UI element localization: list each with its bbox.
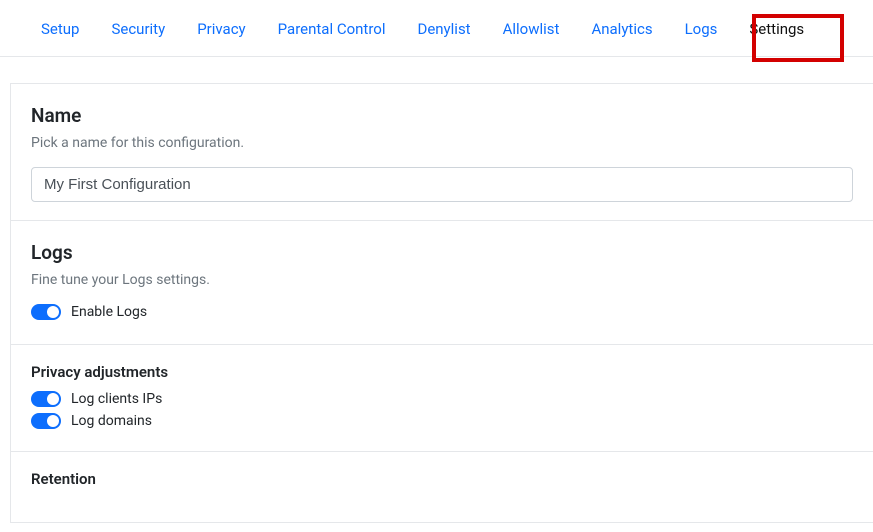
log-domains-toggle[interactable] xyxy=(31,413,61,429)
name-description: Pick a name for this configuration. xyxy=(31,135,853,151)
tab-security[interactable]: Security xyxy=(95,2,181,54)
logs-title: Logs xyxy=(31,241,853,264)
tab-logs[interactable]: Logs xyxy=(669,2,734,54)
retention-section: Retention xyxy=(11,452,873,522)
log-clients-ips-row: Log clients IPs xyxy=(31,391,853,407)
tab-analytics[interactable]: Analytics xyxy=(575,2,668,54)
tab-privacy[interactable]: Privacy xyxy=(181,2,261,54)
log-clients-ips-label: Log clients IPs xyxy=(71,391,162,407)
log-domains-row: Log domains xyxy=(31,413,853,429)
name-section: Name Pick a name for this configuration. xyxy=(11,84,873,221)
name-title: Name xyxy=(31,104,853,127)
tab-allowlist[interactable]: Allowlist xyxy=(487,2,576,54)
tab-denylist[interactable]: Denylist xyxy=(401,2,486,54)
tab-bar: Setup Security Privacy Parental Control … xyxy=(0,0,873,57)
privacy-adjustments-title: Privacy adjustments xyxy=(31,363,853,381)
log-domains-label: Log domains xyxy=(71,413,152,429)
tab-setup[interactable]: Setup xyxy=(25,2,95,54)
logs-description: Fine tune your Logs settings. xyxy=(31,272,853,288)
enable-logs-label: Enable Logs xyxy=(71,304,147,320)
privacy-adjustments-section: Privacy adjustments Log clients IPs Log … xyxy=(11,345,873,452)
enable-logs-row: Enable Logs xyxy=(31,304,853,320)
tab-settings[interactable]: Settings xyxy=(733,2,820,54)
logs-section: Logs Fine tune your Logs settings. Enabl… xyxy=(11,221,873,345)
configuration-name-input[interactable] xyxy=(31,167,853,202)
retention-title: Retention xyxy=(31,470,853,488)
settings-panel: Name Pick a name for this configuration.… xyxy=(10,83,873,523)
tab-parental-control[interactable]: Parental Control xyxy=(262,2,402,54)
log-clients-ips-toggle[interactable] xyxy=(31,391,61,407)
enable-logs-toggle[interactable] xyxy=(31,304,61,320)
